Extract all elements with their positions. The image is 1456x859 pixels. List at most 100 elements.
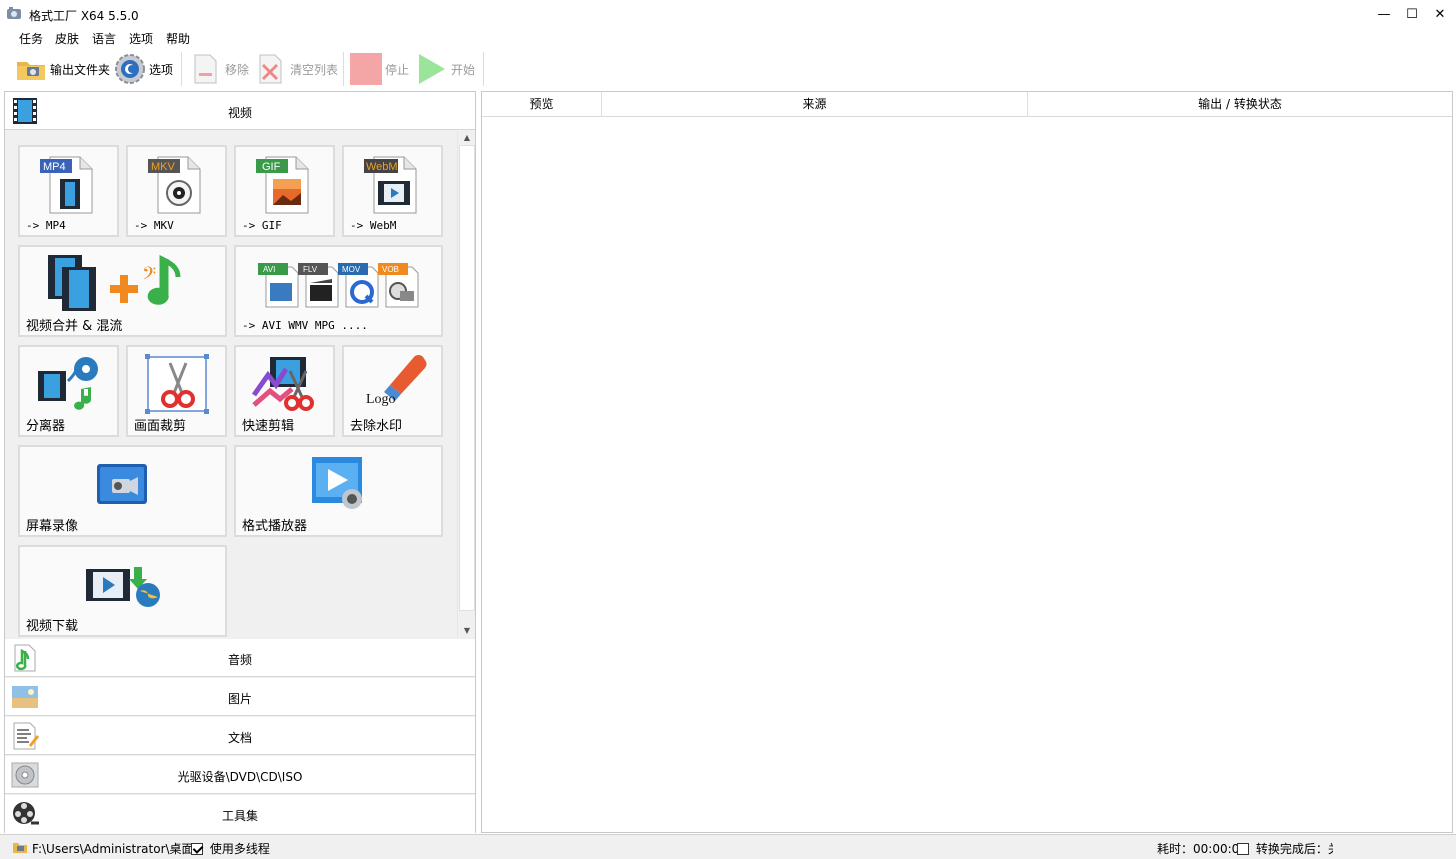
remove-label: 移除 [225, 62, 250, 77]
menu-task[interactable]: 任务 [19, 30, 43, 47]
tile-to-other-formats-label: -> AVI WMV MPG .... [242, 319, 368, 332]
category-document-label: 文档 [227, 731, 252, 745]
status-bar: F:\Users\Administrator\桌面 使用多线程 耗时：00:00… [0, 834, 1456, 859]
menu-bar: 任务 皮肤 语言 选项 帮助 [0, 28, 1456, 48]
eraser-icon: Logo [366, 354, 427, 407]
tile-to-mp4-label: -> MP4 [26, 219, 66, 232]
category-tools-label: 工具集 [221, 809, 258, 823]
tile-to-webm-label: -> WebM [350, 219, 397, 232]
scroll-up-arrow[interactable]: ▲ [458, 131, 476, 145]
window-title: 格式工厂 X64 5.5.0 [29, 9, 139, 23]
svg-text:VOB: VOB [382, 265, 399, 274]
toolbar: 输出文件夹 选项 移除 清空列表 停止 开始 [0, 48, 1456, 90]
screen-record-icon [97, 464, 147, 504]
tile-video-merge-label: 视频合并 & 混流 [26, 319, 123, 334]
tile-to-gif[interactable]: GIF -> GIF [234, 145, 335, 237]
tile-video-merge[interactable]: 𝄢 视频合并 & 混流 [18, 245, 227, 337]
tile-quick-cut[interactable]: 快速剪辑 [234, 345, 335, 437]
task-list-panel[interactable]: 预览 来源 输出 / 转换状态 [481, 91, 1453, 833]
tile-remove-watermark-label: 去除水印 [350, 419, 403, 434]
category-document[interactable]: 文档 [5, 717, 475, 755]
clear-list-button[interactable]: 清空列表 [255, 52, 338, 86]
output-folder-button[interactable]: 输出文件夹 [15, 52, 110, 86]
tile-to-webm[interactable]: WebM -> WebM [342, 145, 443, 237]
gear-icon [115, 54, 145, 84]
tile-player-label: 格式播放器 [242, 519, 308, 534]
options-button[interactable]: 选项 [114, 52, 173, 86]
category-audio[interactable]: 音频 [5, 639, 475, 677]
after-done-toggle[interactable]: 转换完成后：关 [1237, 840, 1333, 857]
category-video-label: 视频 [227, 106, 252, 120]
menu-skin[interactable]: 皮肤 [55, 30, 79, 47]
video-merge-icon: 𝄢 [48, 254, 181, 311]
video-download-icon [86, 567, 160, 607]
after-done-label: 转换完成后：关 [1255, 842, 1333, 856]
other-formats-icon: AVI FLV MOV VOB [258, 263, 419, 308]
menu-language[interactable]: 语言 [92, 30, 116, 47]
play-icon [419, 54, 445, 84]
tile-video-download-label: 视频下载 [26, 619, 79, 634]
stop-label: 停止 [385, 62, 410, 77]
gif-file-icon: GIF [256, 156, 309, 214]
stop-button[interactable]: 停止 [350, 52, 409, 86]
tile-to-mp4[interactable]: MP4 -> MP4 [18, 145, 119, 237]
category-image-label: 图片 [227, 692, 252, 706]
svg-text:𝄢: 𝄢 [142, 264, 156, 289]
menu-options[interactable]: 选项 [129, 30, 153, 47]
tile-crop-label: 画面裁剪 [134, 419, 187, 434]
tile-player[interactable]: 格式播放器 [234, 445, 443, 537]
menu-help[interactable]: 帮助 [166, 30, 190, 47]
scroll-thumb[interactable] [459, 145, 475, 611]
svg-text:FLV: FLV [303, 265, 318, 274]
tile-quick-cut-label: 快速剪辑 [242, 419, 295, 434]
category-disc[interactable]: 光驱设备\DVD\CD\ISO [5, 756, 475, 794]
column-source[interactable]: 来源 [602, 92, 1028, 117]
multithread-label: 使用多线程 [209, 842, 270, 856]
after-done-checkbox[interactable] [1237, 843, 1249, 855]
tile-to-mkv-label: -> MKV [134, 219, 174, 232]
category-video[interactable]: 视频 [5, 92, 475, 130]
start-button[interactable]: 开始 [416, 52, 475, 86]
tile-crop[interactable]: 画面裁剪 [126, 345, 227, 437]
tile-scrollbar[interactable]: ▲ ▼ [457, 131, 475, 638]
folder-icon [17, 62, 45, 80]
category-image[interactable]: 图片 [5, 678, 475, 716]
column-preview[interactable]: 预览 [482, 92, 602, 117]
remove-button[interactable]: 移除 [190, 52, 249, 86]
close-button[interactable]: ✕ [1420, 0, 1456, 28]
svg-text:MP4: MP4 [43, 161, 66, 173]
tile-to-mkv[interactable]: MKV -> MKV [126, 145, 227, 237]
svg-text:GIF: GIF [262, 161, 281, 173]
multithread-checkbox[interactable] [191, 843, 203, 855]
tile-splitter[interactable]: 分离器 [18, 345, 119, 437]
tile-screen-record[interactable]: 屏幕录像 [18, 445, 227, 537]
output-folder-icon[interactable] [12, 840, 28, 854]
column-output-status[interactable]: 输出 / 转换状态 [1028, 92, 1452, 117]
toolbar-separator [181, 52, 182, 86]
options-label: 选项 [149, 62, 174, 77]
svg-text:Logo: Logo [366, 392, 396, 407]
output-folder-label: 输出文件夹 [50, 62, 111, 77]
category-disc-label: 光驱设备\DVD\CD\ISO [177, 770, 303, 784]
toolbar-separator [343, 52, 344, 86]
title-bar: 格式工厂 X64 5.5.0 — ☐ ✕ [0, 0, 1456, 28]
output-path[interactable]: F:\Users\Administrator\桌面 [32, 840, 194, 857]
tile-remove-watermark[interactable]: Logo 去除水印 [342, 345, 443, 437]
webm-file-icon: WebM [364, 156, 417, 214]
category-audio-label: 音频 [227, 653, 252, 667]
app-icon [7, 7, 21, 19]
start-label: 开始 [451, 62, 476, 77]
splitter-icon [38, 357, 98, 410]
quick-cut-icon [251, 357, 314, 411]
scroll-down-arrow[interactable]: ▼ [458, 624, 476, 638]
clear-list-label: 清空列表 [290, 62, 339, 77]
tile-splitter-label: 分离器 [26, 419, 66, 434]
tile-to-other-formats[interactable]: AVI FLV MOV VOB -> AVI WMV MPG .... [234, 245, 443, 337]
multithread-toggle[interactable]: 使用多线程 [191, 840, 270, 857]
task-list-header: 预览 来源 输出 / 转换状态 [482, 92, 1452, 117]
clear-list-icon [259, 54, 282, 84]
tile-to-gif-label: -> GIF [242, 219, 282, 232]
category-tools[interactable]: 工具集 [5, 795, 475, 833]
tile-video-download[interactable]: 视频下载 [18, 545, 227, 637]
mp4-file-icon: MP4 [40, 156, 93, 214]
